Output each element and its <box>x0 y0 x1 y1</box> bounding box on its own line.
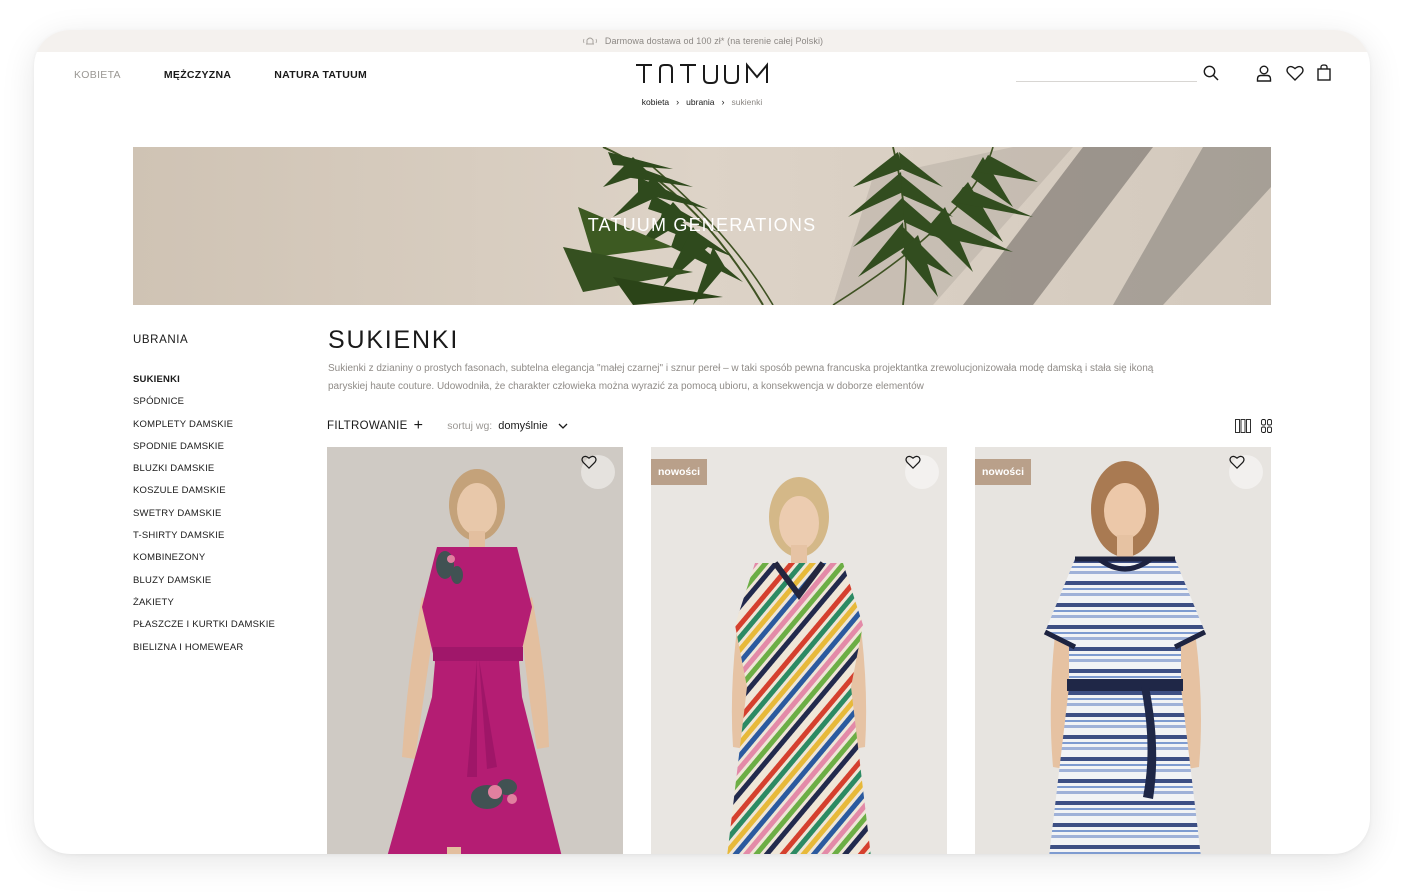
hero-title: TATUUM GENERATIONS <box>587 215 817 235</box>
breadcrumb-item[interactable]: kobieta <box>642 97 669 107</box>
sidebar-item-komplety-damskie[interactable]: KOMPLETY DAMSKIE <box>133 419 275 441</box>
sidebar-item-koszule-damskie[interactable]: KOSZULE DAMSKIE <box>133 485 275 507</box>
promo-bar: Darmowa dostawa od 100 zł* (na terenie c… <box>34 30 1370 52</box>
category-description: Sukienki z dzianiny o prostych fasonach,… <box>328 363 1154 392</box>
new-badge: nowości <box>651 459 708 485</box>
heart-icon <box>1229 455 1245 469</box>
nav-item-kobieta[interactable]: KOBIETA <box>74 69 121 81</box>
sidebar-item-sukienki[interactable]: SUKIENKI <box>133 374 275 396</box>
heart-icon[interactable] <box>1286 65 1304 81</box>
bell-icon <box>582 37 597 45</box>
chevron-down-icon <box>558 423 568 429</box>
grid-3-columns-icon[interactable] <box>1235 419 1251 433</box>
product-card[interactable] <box>327 447 623 854</box>
heart-icon <box>905 455 921 469</box>
promo-text: Darmowa dostawa od 100 zł* (na terenie c… <box>604 36 824 46</box>
product-image <box>651 447 947 854</box>
filter-label: FILTROWANIE <box>327 420 408 432</box>
sort-dropdown[interactable]: domyślnie <box>498 420 568 432</box>
plus-icon: + <box>413 417 424 434</box>
sort-value: domyślnie <box>498 420 548 432</box>
breadcrumb-current: sukienki <box>731 97 763 107</box>
sidebar-item-spodnice[interactable]: SPÓDNICE <box>133 396 275 418</box>
sidebar-item-spodnie-damskie[interactable]: SPODNIE DAMSKIE <box>133 441 275 463</box>
sidebar-category-list: SUKIENKI SPÓDNICE KOMPLETY DAMSKIE SPODN… <box>133 374 275 664</box>
filter-button[interactable]: FILTROWANIE + <box>327 417 424 434</box>
shopping-bag-icon[interactable] <box>1317 64 1331 81</box>
sidebar-item-swetry-damskie[interactable]: SWETRY DAMSKIE <box>133 508 275 530</box>
browser-frame: Darmowa dostawa od 100 zł* (na terenie c… <box>34 30 1370 854</box>
new-badge: nowości <box>975 459 1032 485</box>
sidebar-item-t-shirty-damskie[interactable]: T-SHIRTY DAMSKIE <box>133 530 275 552</box>
sidebar-item-plaszcze-i-kurtki[interactable]: PŁASZCZE I KURTKI DAMSKIE <box>133 619 275 641</box>
heart-icon <box>581 455 597 469</box>
sidebar-item-kombinezony[interactable]: KOMBINEZONY <box>133 552 275 574</box>
brand-logo[interactable] <box>635 62 771 84</box>
wishlist-button[interactable] <box>1229 455 1263 489</box>
sort-label: sortuj wg: <box>447 420 493 432</box>
page-title: SUKIENKI <box>328 326 460 354</box>
nav-item-natura-tatuum[interactable]: NATURA TATUUM <box>274 69 367 81</box>
breadcrumb: kobieta › ubrania › sukienki <box>34 97 1370 107</box>
search-icon[interactable] <box>1203 65 1219 81</box>
main-nav: KOBIETA MĘŻCZYZNA NATURA TATUUM <box>74 69 410 81</box>
product-image <box>975 447 1271 854</box>
sidebar-item-bielizna-i-homewear[interactable]: BIELIZNA I HOMEWEAR <box>133 642 275 664</box>
product-card[interactable]: nowości <box>651 447 947 854</box>
sidebar-item-zakiety[interactable]: ŻAKIETY <box>133 597 275 619</box>
hero-banner[interactable]: TATUUM GENERATIONS <box>133 147 1271 305</box>
grid-2-columns-icon[interactable] <box>1261 419 1272 433</box>
product-image <box>327 447 623 854</box>
listing-toolbar: FILTROWANIE + sortuj wg: domyślnie <box>327 418 568 434</box>
breadcrumb-item[interactable]: ubrania <box>686 97 714 107</box>
breadcrumb-separator-icon: › <box>721 97 725 107</box>
search-input[interactable] <box>1016 81 1197 82</box>
product-card[interactable]: nowości <box>975 447 1271 854</box>
nav-item-mezczyzna[interactable]: MĘŻCZYZNA <box>164 69 231 81</box>
sidebar-item-bluzy-damskie[interactable]: BLUZY DAMSKIE <box>133 575 275 597</box>
user-icon[interactable] <box>1256 65 1272 82</box>
sidebar-heading[interactable]: UBRANIA <box>133 334 188 346</box>
sidebar-item-bluzki-damskie[interactable]: BLUZKI DAMSKIE <box>133 463 275 485</box>
wishlist-button[interactable] <box>905 455 939 489</box>
wishlist-button[interactable] <box>581 455 615 489</box>
breadcrumb-separator-icon: › <box>676 97 680 107</box>
